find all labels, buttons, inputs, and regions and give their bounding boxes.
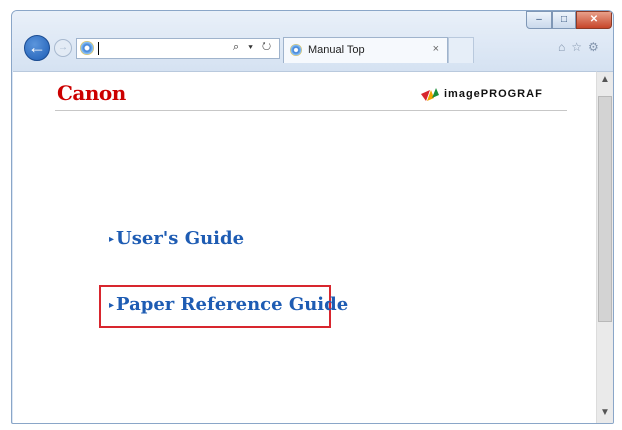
paper-reference-guide-label: Paper Reference Guide bbox=[116, 294, 349, 315]
users-guide-label: User's Guide bbox=[116, 228, 245, 249]
tab-title: Manual Top bbox=[308, 44, 365, 56]
title-bar: – □ ✕ ← → ⌕ ▾ ↻ Manual Top × ⌂☆⚙ bbox=[12, 11, 613, 71]
imageprograf-text: imagePROGRAF bbox=[444, 88, 543, 100]
scroll-down-button[interactable]: ▼ bbox=[597, 407, 613, 421]
scroll-up-button[interactable]: ▲ bbox=[597, 74, 613, 88]
ie-page-icon bbox=[80, 41, 94, 55]
tab-close-button[interactable]: × bbox=[433, 43, 439, 55]
new-tab-button[interactable] bbox=[448, 37, 474, 63]
back-button[interactable]: ← bbox=[24, 35, 50, 61]
imageprograf-mark-icon bbox=[421, 88, 439, 101]
toolbar-icons[interactable]: ⌂☆⚙ bbox=[558, 40, 605, 54]
forward-button[interactable]: → bbox=[54, 39, 72, 57]
browser-window: – □ ✕ ← → ⌕ ▾ ↻ Manual Top × ⌂☆⚙ Canon i… bbox=[11, 10, 614, 424]
vertical-scrollbar[interactable]: ▲ ▼ bbox=[596, 71, 613, 423]
scroll-thumb[interactable] bbox=[598, 96, 612, 322]
minimize-button[interactable]: – bbox=[526, 11, 552, 29]
forward-arrow-icon: → bbox=[58, 42, 68, 53]
maximize-button[interactable]: □ bbox=[552, 11, 576, 29]
page-content: Canon imagePROGRAF ▸ User's Guide ▸ Paper … bbox=[13, 71, 596, 423]
back-arrow-icon: ← bbox=[28, 37, 46, 57]
link-arrow-icon: ▸ bbox=[109, 234, 115, 245]
paper-reference-guide-link[interactable]: ▸ Paper Reference Guide bbox=[109, 294, 348, 315]
address-bar[interactable]: ⌕ ▾ ↻ bbox=[76, 38, 280, 59]
header-divider bbox=[55, 110, 567, 111]
link-arrow-icon: ▸ bbox=[109, 300, 115, 311]
text-cursor bbox=[98, 42, 99, 55]
close-window-button[interactable]: ✕ bbox=[576, 11, 612, 29]
users-guide-link[interactable]: ▸ User's Guide bbox=[109, 228, 244, 249]
tab-manual-top[interactable]: Manual Top × bbox=[283, 37, 448, 63]
canon-logo: Canon bbox=[57, 81, 126, 105]
ie-tab-icon bbox=[290, 44, 302, 56]
address-tools[interactable]: ⌕ ▾ ↻ bbox=[233, 41, 274, 54]
